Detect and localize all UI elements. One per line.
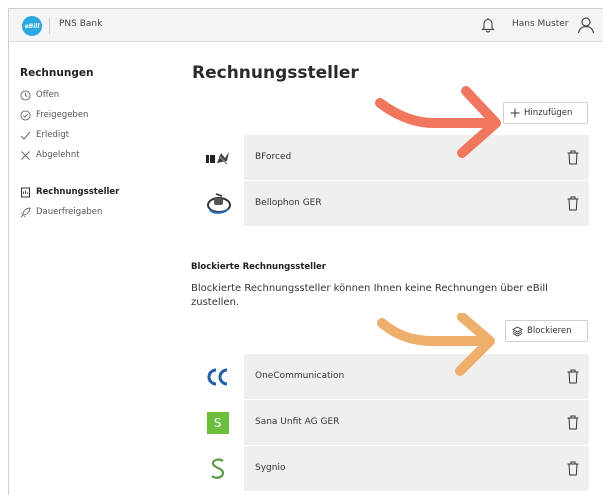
sidebar-item-freigegeben[interactable]: Freigegeben <box>20 105 170 125</box>
trash-icon[interactable] <box>567 461 579 476</box>
page-title: Rechnungssteller <box>192 63 359 83</box>
sidebar-item-label: Offen <box>36 90 60 100</box>
biller-name: OneCommunication <box>255 371 345 381</box>
list-item[interactable]: S Sana Unfit AG GER <box>191 400 589 446</box>
list-item[interactable]: Bellophon GER <box>191 181 589 227</box>
trash-icon[interactable] <box>567 369 579 384</box>
sidebar: Rechnungen Offen Freigegeben Erledigt Ab… <box>20 67 170 222</box>
trash-icon[interactable] <box>567 196 579 211</box>
sidebar-item-offen[interactable]: Offen <box>20 85 170 105</box>
blocked-description: Blockierte Rechnungssteller können Ihnen… <box>191 283 548 308</box>
bforced-logo <box>191 135 244 180</box>
block-button-label: Blockieren <box>527 326 572 336</box>
block-biller-button[interactable]: Blockieren <box>505 320 588 342</box>
sidebar-item-rechnungssteller[interactable]: Rechnungssteller <box>20 182 170 202</box>
clock-icon <box>20 89 31 101</box>
sana-logo-mark: S <box>206 411 229 434</box>
logo-separator <box>49 18 50 34</box>
sidebar-item-dauerfreigaben[interactable]: Dauerfreigaben <box>20 202 170 222</box>
biller-name: Sygnio <box>255 463 286 473</box>
sidebar-item-abgelehnt[interactable]: Abgelehnt <box>20 145 170 165</box>
trash-icon[interactable] <box>567 415 579 430</box>
bellophon-logo <box>191 181 244 226</box>
clock-check-icon <box>20 109 31 121</box>
sidebar-item-label: Erledigt <box>36 130 69 140</box>
check-icon <box>20 131 31 140</box>
blocked-section-title: Blockierte Rechnungssteller <box>191 262 326 272</box>
onecommunication-logo <box>191 354 244 399</box>
sidebar-item-label: Abgelehnt <box>36 150 80 160</box>
document-icon <box>21 187 30 197</box>
add-button-label: Hinzufügen <box>524 108 573 118</box>
sidebar-item-label: Rechnungssteller <box>36 187 120 197</box>
list-item[interactable]: Sygnio <box>191 446 589 492</box>
sana-logo: S <box>191 400 244 445</box>
biller-name: BForced <box>255 152 292 162</box>
block-icon <box>512 325 523 337</box>
sygnio-logo <box>191 446 244 491</box>
bank-name: PNS Bank <box>59 19 103 29</box>
annotation-arrow-red <box>375 86 501 158</box>
sidebar-item-erledigt[interactable]: Erledigt <box>20 125 170 145</box>
annotation-arrow-orange <box>377 313 495 376</box>
ebill-logo[interactable]: eBill <box>22 16 42 36</box>
x-icon <box>21 150 30 160</box>
sidebar-item-label: Freigegeben <box>36 110 89 120</box>
sidebar-title: Rechnungen <box>20 67 94 79</box>
trash-icon[interactable] <box>567 150 579 165</box>
app-window: eBill PNS Bank Hans Muster Rechnungen Of… <box>8 8 603 495</box>
main-content: Rechnungssteller Hinzufügen BForced Bell… <box>191 9 589 495</box>
biller-name: Bellophon GER <box>255 198 322 208</box>
sidebar-item-label: Dauerfreigaben <box>36 207 103 217</box>
rocket-icon <box>20 206 31 217</box>
biller-name: Sana Unfit AG GER <box>255 417 340 427</box>
add-biller-button[interactable]: Hinzufügen <box>503 102 588 124</box>
